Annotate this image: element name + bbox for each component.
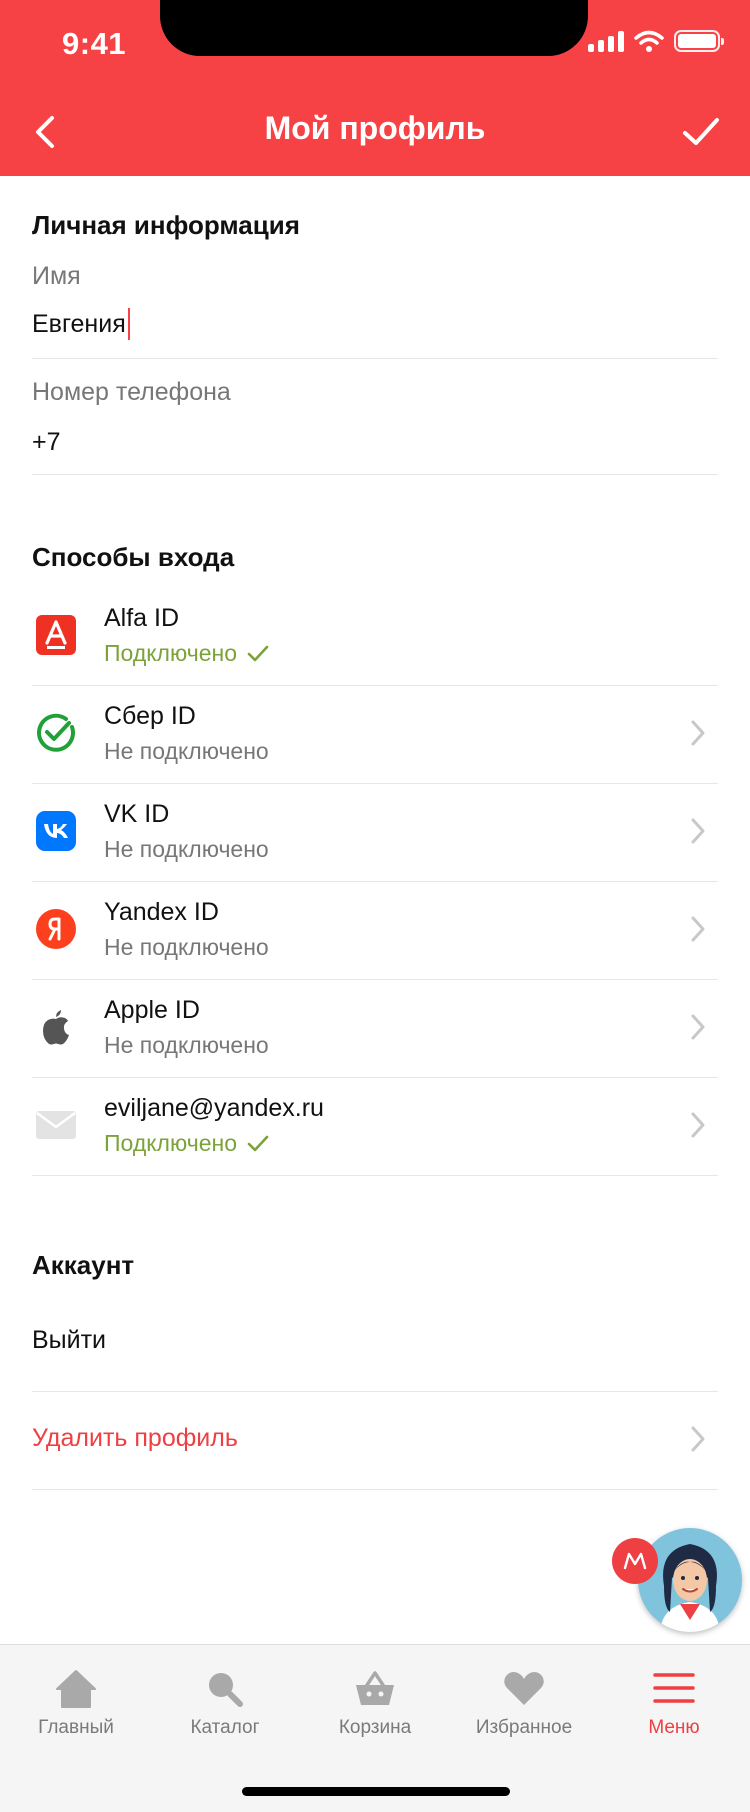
search-icon (209, 1673, 243, 1707)
login-methods-heading: Способы входа (32, 542, 235, 572)
apple-icon (43, 1010, 69, 1045)
login-method-status: Не подключено (104, 1032, 269, 1059)
status-text: Не подключено (104, 934, 269, 960)
page-title: Мой профиль (264, 110, 486, 146)
top-app-bar: 9:41 Мой профиль (0, 0, 750, 176)
status-text: Подключено (104, 640, 237, 666)
assistant-button[interactable] (612, 1528, 744, 1638)
tab-label: Главный (38, 1717, 114, 1738)
home-indicator (242, 1787, 510, 1796)
save-checkmark-icon[interactable] (680, 112, 722, 152)
assistant-illustration (660, 1544, 720, 1632)
personal-info-heading: Личная информация (32, 210, 300, 240)
connected-check-icon (247, 645, 269, 661)
login-method-name: Yandex ID (104, 898, 219, 926)
phone-label: Номер телефона (32, 378, 231, 406)
login-method-yandex[interactable]: Yandex ID Не подключено (32, 882, 718, 980)
tab-cart[interactable]: Корзина (300, 1667, 450, 1739)
name-field[interactable]: Евгения (32, 308, 130, 340)
chevron-right-icon (691, 818, 705, 844)
logout-label: Выйти (32, 1326, 107, 1354)
heart-icon (504, 1672, 544, 1705)
battery-icon (674, 30, 724, 52)
login-method-status: Не подключено (104, 836, 269, 863)
text-caret (127, 308, 130, 340)
login-method-name: Apple ID (104, 996, 200, 1024)
assistant-logo-badge (612, 1538, 658, 1584)
divider (32, 474, 718, 475)
device-notch (160, 0, 588, 56)
signal-icon (588, 30, 624, 52)
chevron-right-icon (691, 1112, 705, 1138)
login-method-vk[interactable]: VK ID Не подключено (32, 784, 718, 882)
yandex-icon (36, 909, 76, 949)
delete-profile-label: Удалить профиль (32, 1424, 238, 1452)
login-method-status: Подключено (104, 640, 269, 667)
assistant-avatar (638, 1528, 742, 1632)
vk-icon (36, 811, 76, 851)
status-icons (588, 30, 724, 52)
login-method-status: Подключено (104, 1130, 269, 1157)
login-method-apple[interactable]: Apple ID Не подключено (32, 980, 718, 1078)
tab-label: Меню (648, 1717, 700, 1738)
login-method-status: Не подключено (104, 934, 269, 961)
delete-profile-button[interactable]: Удалить профиль (32, 1392, 718, 1490)
tab-menu[interactable]: Меню (599, 1667, 749, 1739)
status-text: Не подключено (104, 738, 269, 764)
home-icon (56, 1670, 96, 1708)
divider (32, 358, 718, 359)
status-text: Не подключено (104, 1032, 269, 1058)
login-method-name: eviljane@yandex.ru (104, 1094, 324, 1122)
account-heading: Аккаунт (32, 1250, 135, 1280)
chevron-right-icon (691, 1426, 705, 1452)
login-method-status: Не подключено (104, 738, 269, 765)
phone-field-value: +7 (32, 428, 61, 456)
chevron-right-icon (691, 916, 705, 942)
name-field-value: Евгения (32, 309, 126, 338)
chevron-right-icon (691, 720, 705, 746)
login-method-sber[interactable]: Сбер ID Не подключено (32, 686, 718, 784)
sber-icon (37, 713, 75, 752)
basket-icon (356, 1671, 394, 1705)
brand-logo-icon (623, 1552, 647, 1570)
wifi-icon (634, 30, 664, 52)
status-text: Подключено (104, 1130, 237, 1156)
tab-home[interactable]: Главный (1, 1667, 151, 1739)
tab-label: Каталог (190, 1717, 260, 1738)
login-method-email[interactable]: eviljane@yandex.ru Подключено (32, 1078, 718, 1176)
connected-check-icon (247, 1135, 269, 1151)
tab-label: Корзина (338, 1717, 412, 1738)
status-time: 9:41 (62, 26, 127, 61)
phone-field[interactable]: +7 (32, 428, 61, 457)
bottom-tab-bar: Главный Каталог Корзина Избранное Меню (0, 1644, 750, 1812)
logout-button[interactable]: Выйти (32, 1294, 718, 1392)
tab-catalog[interactable]: Каталог (150, 1667, 300, 1739)
status-text: Не подключено (104, 836, 269, 862)
alfa-icon (36, 615, 76, 655)
name-label: Имя (32, 262, 81, 290)
tab-label: Избранное (475, 1717, 573, 1738)
mail-icon (36, 1111, 76, 1139)
menu-icon (653, 1673, 695, 1703)
login-method-name: Alfa ID (104, 604, 180, 632)
login-method-alfa[interactable]: Alfa ID Подключено (32, 588, 718, 686)
login-method-name: VK ID (104, 800, 170, 828)
tab-favorites[interactable]: Избранное (449, 1667, 599, 1739)
chevron-right-icon (691, 1014, 705, 1040)
login-method-name: Сбер ID (104, 702, 196, 730)
